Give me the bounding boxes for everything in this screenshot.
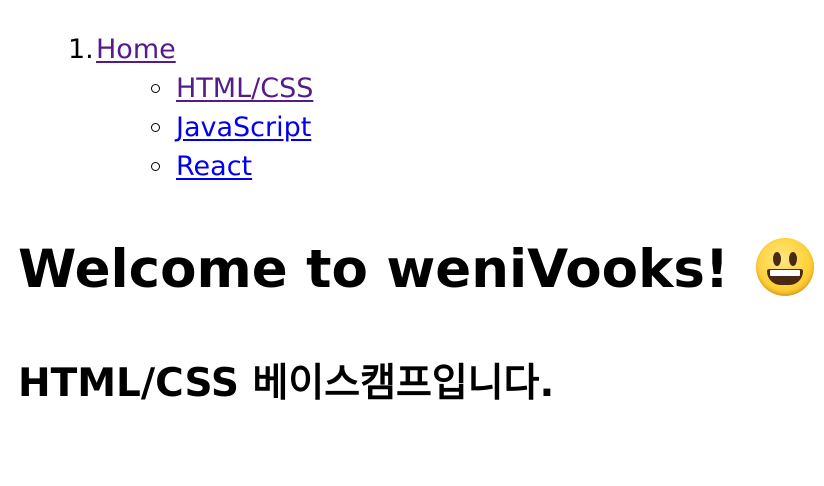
emoji-mouth: [766, 269, 803, 285]
sub-nav-item-react: React: [96, 147, 313, 186]
sub-nav-list: HTML/CSS JavaScript React: [96, 69, 313, 186]
javascript-link[interactable]: JavaScript: [176, 112, 311, 143]
home-link[interactable]: Home: [96, 34, 176, 65]
circle-bullet-icon: [151, 123, 160, 132]
circle-bullet-icon: [151, 84, 160, 93]
sub-nav-item-javascript: JavaScript: [96, 108, 313, 147]
emoji-left-eye: [772, 252, 781, 266]
react-link[interactable]: React: [176, 151, 252, 182]
emoji-teeth: [769, 270, 800, 276]
emoji-right-eye: [788, 252, 797, 266]
breadcrumb-nav-list: 1. Home HTML/CSS JavaScript React: [0, 30, 313, 186]
list-number-marker: 1.: [68, 34, 94, 65]
nav-item-home: 1. Home HTML/CSS JavaScript React: [0, 30, 313, 186]
page-subtitle: HTML/CSS 베이스캠프입니다.: [18, 361, 555, 406]
grinning-face-icon: [755, 238, 814, 296]
html-css-link[interactable]: HTML/CSS: [176, 73, 313, 104]
page-title-text: Welcome to weniVooks!: [18, 239, 730, 300]
sub-nav-item-html-css: HTML/CSS: [96, 69, 313, 108]
page-title: Welcome to weniVooks!: [18, 236, 814, 304]
circle-bullet-icon: [151, 162, 160, 171]
